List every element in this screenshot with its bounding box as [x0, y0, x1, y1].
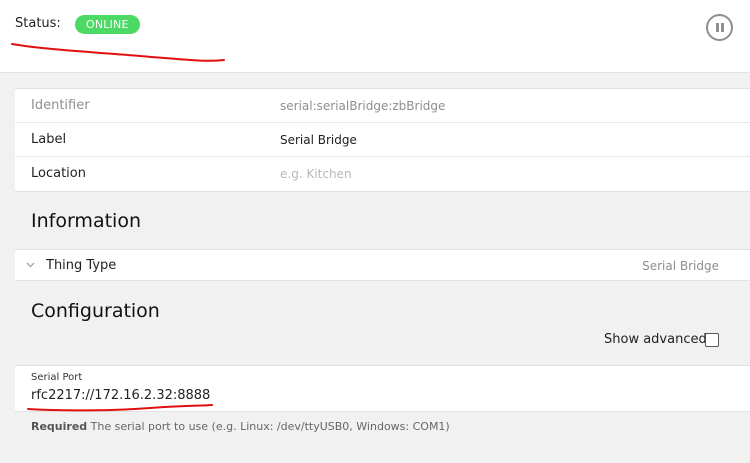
- status-header: Status: ONLINE: [0, 0, 750, 73]
- identifier-value: serial:serialBridge:zbBridge: [280, 99, 446, 113]
- thing-type-value: Serial Bridge: [642, 259, 719, 273]
- label-row[interactable]: Label Serial Bridge: [15, 123, 750, 157]
- pause-icon[interactable]: [706, 14, 733, 41]
- thing-type-row[interactable]: Thing Type Serial Bridge: [15, 249, 750, 281]
- configuration-heading: Configuration: [31, 300, 160, 322]
- identifier-label: Identifier: [31, 98, 90, 113]
- label-field-label: Label: [31, 132, 67, 147]
- pause-bar-right: [721, 23, 724, 32]
- information-heading: Information: [31, 210, 141, 232]
- chevron-down-icon: [26, 262, 35, 268]
- identifier-row: Identifier serial:serialBridge:zbBridge: [15, 89, 750, 123]
- required-tag: Required: [31, 420, 88, 433]
- serial-port-label: Serial Port: [31, 372, 83, 383]
- location-field-label: Location: [31, 166, 86, 181]
- show-advanced-checkbox[interactable]: [705, 333, 719, 347]
- pause-bar-left: [716, 23, 719, 32]
- location-field-input[interactable]: e.g. Kitchen: [280, 167, 352, 181]
- status-label: Status:: [15, 16, 61, 31]
- serial-port-field[interactable]: Serial Port rfc2217://172.16.2.32:8888: [15, 365, 750, 412]
- label-field-value[interactable]: Serial Bridge: [280, 133, 357, 147]
- show-advanced-label[interactable]: Show advanced: [604, 332, 707, 347]
- serial-port-hint: Required The serial port to use (e.g. Li…: [31, 420, 450, 433]
- location-row[interactable]: Location e.g. Kitchen: [15, 157, 750, 191]
- status-badge: ONLINE: [75, 15, 140, 34]
- thing-properties-list: Identifier serial:serialBridge:zbBridge …: [15, 88, 750, 192]
- thing-type-label: Thing Type: [46, 258, 117, 273]
- serial-port-input[interactable]: rfc2217://172.16.2.32:8888: [31, 388, 210, 403]
- serial-port-hint-text: The serial port to use (e.g. Linux: /dev…: [90, 420, 450, 433]
